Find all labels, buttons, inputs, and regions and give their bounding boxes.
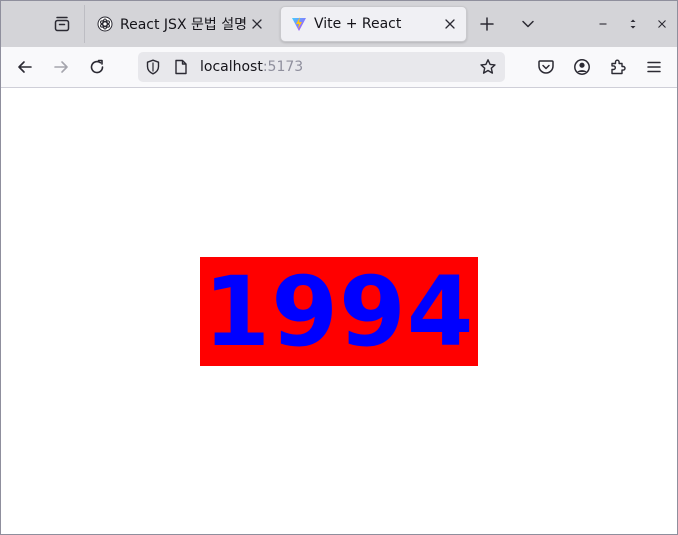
close-icon bbox=[252, 19, 262, 29]
new-tab-button[interactable] bbox=[475, 12, 499, 36]
bookmark-star-icon[interactable] bbox=[479, 58, 497, 76]
tab-separator bbox=[84, 5, 85, 43]
tab-vite-react[interactable]: Vite + React bbox=[280, 6, 467, 42]
extensions-button[interactable] bbox=[606, 55, 630, 79]
minimize-button[interactable] bbox=[593, 14, 613, 34]
list-all-tabs-button[interactable] bbox=[516, 12, 540, 36]
navigation-toolbar: localhost:5173 bbox=[1, 47, 677, 88]
account-button[interactable] bbox=[570, 55, 594, 79]
plus-icon bbox=[480, 17, 494, 31]
tab-title: React JSX 문법 설명 bbox=[120, 17, 247, 33]
tracking-protection-shield-icon[interactable] bbox=[145, 59, 161, 75]
openai-icon bbox=[97, 16, 113, 32]
url-port: :5173 bbox=[262, 59, 304, 75]
page-content: 1994 bbox=[1, 88, 677, 534]
year-heading: 1994 bbox=[203, 255, 475, 368]
puzzle-icon bbox=[611, 59, 626, 75]
tab-close-button[interactable] bbox=[247, 14, 267, 34]
tab-strip: React JSX 문법 설명 Vite + React bbox=[1, 1, 677, 48]
window-close-button[interactable] bbox=[652, 14, 672, 34]
arrow-right-icon bbox=[54, 61, 68, 73]
forward-button[interactable] bbox=[48, 54, 74, 80]
close-icon bbox=[658, 20, 666, 28]
maximize-icon bbox=[630, 19, 636, 29]
url-host: localhost bbox=[200, 59, 263, 75]
close-icon bbox=[445, 19, 455, 29]
year-box: 1994 bbox=[200, 257, 478, 366]
vite-icon bbox=[291, 16, 307, 32]
hamburger-menu-icon bbox=[647, 61, 661, 73]
pocket-icon bbox=[538, 60, 554, 74]
back-button[interactable] bbox=[12, 54, 38, 80]
browser-window: React JSX 문법 설명 Vite + React localhost:5… bbox=[0, 0, 678, 535]
reload-icon bbox=[90, 59, 104, 74]
arrow-left-icon bbox=[18, 61, 32, 73]
url-bar[interactable]: localhost:5173 bbox=[138, 52, 505, 82]
account-icon bbox=[574, 59, 590, 75]
maximize-button[interactable] bbox=[623, 14, 643, 34]
chevron-down-icon bbox=[522, 20, 534, 28]
page-info-icon[interactable] bbox=[173, 59, 189, 75]
url-text[interactable]: localhost:5173 bbox=[200, 58, 303, 76]
tab-close-button[interactable] bbox=[440, 14, 460, 34]
tab-manager-icon bbox=[54, 16, 70, 32]
pocket-button[interactable] bbox=[534, 55, 558, 79]
tab-title: Vite + React bbox=[314, 16, 402, 32]
tab-manager-button[interactable] bbox=[49, 11, 75, 37]
reload-button[interactable] bbox=[84, 54, 110, 80]
minimize-icon bbox=[599, 23, 607, 25]
tab-react-jsx[interactable]: React JSX 문법 설명 bbox=[87, 6, 273, 42]
app-menu-button[interactable] bbox=[642, 55, 666, 79]
